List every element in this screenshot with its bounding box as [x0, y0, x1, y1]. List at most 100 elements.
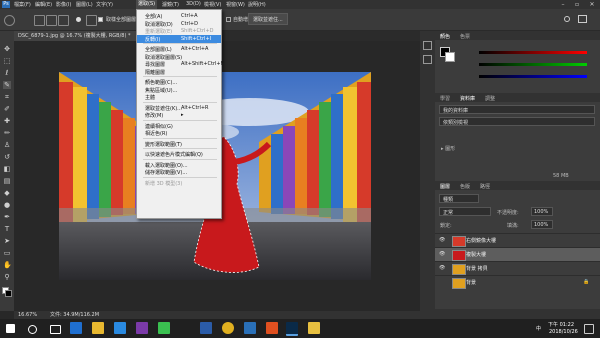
zoom-level[interactable]: 16.67%	[18, 311, 37, 319]
notification-icon[interactable]	[584, 324, 594, 334]
eraser-tool-icon[interactable]: ◧	[3, 165, 11, 173]
line-icon[interactable]	[158, 322, 170, 334]
layer-kind-filter[interactable]: 種類	[439, 194, 479, 203]
select-menu-item[interactable]: 隔離圖層	[137, 68, 221, 76]
menu-type[interactable]: 文字(Y)	[96, 1, 113, 8]
photoshop-taskbar-icon[interactable]	[286, 322, 298, 336]
layers-footer-icons[interactable]	[435, 309, 600, 319]
media-player-icon[interactable]	[266, 322, 278, 334]
menu-image[interactable]: 影像(I)	[56, 1, 71, 8]
crop-tool-icon[interactable]: ⌗	[3, 93, 11, 101]
dodge-tool-icon[interactable]: ●	[3, 201, 11, 209]
minimize-icon[interactable]: –	[556, 0, 570, 9]
blur-tool-icon[interactable]: ◆	[3, 189, 11, 197]
library-dropdown[interactable]: 我的資料庫	[439, 105, 595, 114]
onenote-icon[interactable]	[136, 322, 148, 334]
select-menu-item[interactable]: 相近色(R)	[137, 129, 221, 137]
type-tool-icon[interactable]: T	[3, 225, 11, 233]
rectangle-tool-icon[interactable]: ▭	[3, 249, 11, 257]
marquee-tool-icon[interactable]: ⬚	[3, 57, 11, 65]
folder-icon[interactable]	[308, 322, 320, 334]
quick-select-tool-icon[interactable]	[4, 15, 15, 26]
file-explorer-icon[interactable]	[92, 322, 104, 334]
layer-row[interactable]: 👁 背景 拷貝	[435, 261, 600, 275]
task-view-icon[interactable]	[50, 325, 61, 334]
menu-select[interactable]: 選取(S)	[136, 0, 158, 9]
select-mask-button[interactable]: 選取並遮住...	[248, 13, 288, 25]
new-selection-icon[interactable]	[34, 15, 45, 26]
library-group-graphics[interactable]: ▸ 圖形	[441, 145, 455, 152]
tab-libraries[interactable]: 資料庫	[460, 95, 475, 102]
windows-start-icon[interactable]	[6, 324, 15, 333]
sample-all-checkbox[interactable]	[98, 17, 103, 22]
bg-color-chip[interactable]	[445, 52, 455, 62]
document-tab[interactable]: DSC_6879-1.jpg @ 16.7% (複製大樓, RGB/8) *	[14, 31, 144, 41]
move-tool-icon[interactable]: ✥	[3, 45, 11, 53]
quick-selection-tool-icon[interactable]: ✎	[3, 81, 11, 89]
history-brush-icon[interactable]: ↺	[3, 153, 11, 161]
background-color-swatch[interactable]	[5, 290, 12, 297]
red-slider[interactable]	[479, 51, 587, 54]
tab-learn[interactable]: 學習	[440, 95, 450, 102]
zoom-tool-icon[interactable]: ⚲	[3, 273, 11, 281]
auto-enhance-checkbox[interactable]	[226, 17, 231, 22]
clock-date[interactable]: 2018/10/26	[549, 329, 578, 335]
subtract-selection-icon[interactable]	[58, 15, 69, 26]
select-menu-item[interactable]: 變形選取範圍(T)	[137, 140, 221, 148]
add-selection-icon[interactable]	[46, 15, 57, 26]
eye-icon[interactable]: 👁	[439, 265, 445, 271]
menu-layer[interactable]: 圖層(L)	[76, 1, 93, 8]
chrome-icon[interactable]	[222, 322, 234, 334]
history-panel-icon[interactable]	[423, 41, 432, 50]
brush-settings-icon[interactable]	[86, 15, 97, 26]
select-menu-item[interactable]: 反轉(I) Shift+Ctrl+I	[137, 34, 221, 43]
path-select-icon[interactable]: ➤	[3, 237, 11, 245]
green-slider[interactable]	[479, 63, 587, 66]
brush-tool-icon[interactable]: ✏	[3, 129, 11, 137]
layer-row-selected[interactable]: 👁 複製大樓	[435, 247, 600, 261]
tab-color[interactable]: 顏色	[440, 33, 450, 40]
menu-help[interactable]: 說明(H)	[248, 1, 266, 8]
search-icon[interactable]	[28, 325, 37, 334]
select-menu-item[interactable]: 主體	[137, 93, 221, 101]
tab-layers[interactable]: 圖層	[440, 183, 450, 190]
menu-view[interactable]: 檢視(V)	[204, 1, 221, 8]
select-menu-item[interactable]: 新增 3D 模型(3)	[137, 179, 221, 187]
ime-indicator[interactable]: 中	[536, 325, 541, 332]
layer-row[interactable]: 👁 右側鏡像大樓	[435, 233, 600, 247]
workspace-icon[interactable]	[578, 15, 587, 23]
word-icon[interactable]	[200, 322, 212, 334]
blend-mode-select[interactable]: 正常	[439, 207, 491, 216]
opacity-field[interactable]: 100%	[531, 207, 553, 216]
brush-size-dot-icon[interactable]	[76, 17, 81, 22]
eyedropper-tool-icon[interactable]: ✐	[3, 105, 11, 113]
eye-icon[interactable]: 👁	[439, 237, 445, 243]
menu-window[interactable]: 視窗(W)	[226, 1, 245, 8]
edge-icon[interactable]	[70, 322, 82, 334]
clock-time[interactable]: 下午 01:22	[548, 321, 574, 328]
media-icon[interactable]	[244, 322, 256, 334]
tab-swatches[interactable]: 色票	[460, 33, 470, 40]
blue-slider[interactable]	[479, 75, 587, 78]
search-icon[interactable]	[564, 16, 570, 22]
library-view-select[interactable]: 依類別檢視	[439, 117, 595, 126]
close-icon[interactable]: ✕	[585, 0, 599, 9]
select-menu-item[interactable]: 以快速遮色片模式編輯(Q)	[137, 150, 221, 158]
eye-icon[interactable]: 👁	[439, 251, 445, 257]
menu-edit[interactable]: 編輯(E)	[35, 1, 52, 8]
lasso-tool-icon[interactable]: ℓ	[3, 69, 11, 77]
hand-tool-icon[interactable]: ✋	[3, 261, 12, 269]
tab-paths[interactable]: 路徑	[480, 183, 490, 190]
menu-filter[interactable]: 濾鏡(T)	[162, 1, 179, 8]
pen-tool-icon[interactable]: ✒	[3, 213, 11, 221]
gradient-tool-icon[interactable]: ▤	[3, 177, 11, 185]
clone-stamp-icon[interactable]: ♙	[3, 141, 11, 149]
fill-field[interactable]: 100%	[531, 220, 553, 229]
onedrive-icon[interactable]	[114, 322, 126, 334]
properties-panel-icon[interactable]	[423, 55, 432, 64]
layer-row[interactable]: 背景 🔒	[435, 275, 600, 289]
select-menu-item[interactable]: 儲存選取範圍(V)...	[137, 168, 221, 176]
maximize-icon[interactable]: ▫	[570, 0, 584, 9]
menu-3d[interactable]: 3D(D)	[186, 1, 201, 7]
select-menu-item[interactable]: 修改(M) ▸	[137, 111, 221, 119]
